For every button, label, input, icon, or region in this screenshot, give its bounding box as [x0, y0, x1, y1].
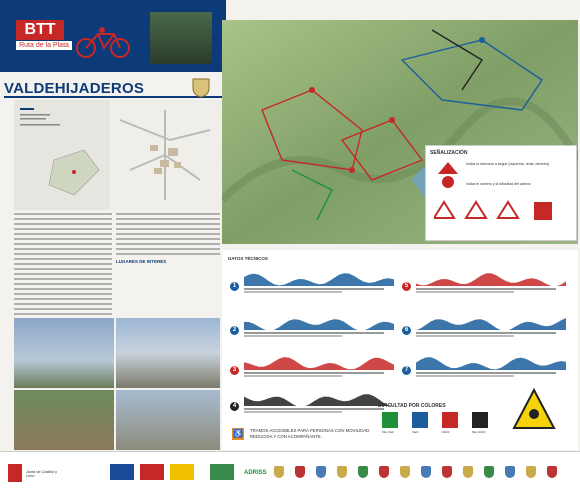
municipality-crest-icon [505, 466, 515, 478]
topographic-route-map: SEÑALIZACIÓN Indica la dirección a segui… [222, 20, 578, 244]
profile-caption [244, 408, 384, 414]
difficulty-sign-icon [512, 388, 556, 429]
signage-legend: SEÑALIZACIÓN Indica la dirección a segui… [425, 145, 577, 241]
route-number-badge: 3 [230, 366, 239, 375]
jcyl-logo: Junta de Castilla y León [26, 470, 58, 478]
coat-of-arms-icon [192, 78, 210, 98]
municipality-crest-icon [526, 466, 536, 478]
btt-logo: BTT [16, 20, 64, 40]
municipality-crest-icon [316, 466, 326, 478]
elevation-profile [244, 319, 394, 330]
church-photo [116, 318, 220, 388]
landscape-photo [14, 390, 114, 450]
municipality-crest-icon [358, 466, 368, 478]
elevation-profile [416, 357, 566, 370]
page-title: VALDEHIJADEROS [4, 80, 145, 97]
municipality-crest-icon [337, 466, 347, 478]
municipality-crest-icon [442, 466, 452, 478]
wheelchair-icon: ♿ [232, 428, 244, 440]
difficulty-label: Muy difícil [472, 430, 486, 434]
municipality-crest-icon [295, 466, 305, 478]
rock-photo [14, 318, 114, 388]
profile-caption [416, 372, 556, 378]
bicycle-icon [76, 27, 130, 58]
municipality-crest-icon [274, 466, 284, 478]
signage-title: SEÑALIZACIÓN [430, 150, 468, 156]
municipality-crest-icon [484, 466, 494, 478]
btt-subtitle: Ruta de la Plata [16, 41, 72, 50]
route-number-badge: 5 [402, 282, 411, 291]
accessibility-text: TRAMOS ACCESIBLES PARA PERSONAS CON MOVI… [250, 428, 370, 439]
direction-sign-icon [438, 162, 458, 188]
difficulty-swatch [412, 412, 428, 428]
elevation-profile [244, 394, 394, 406]
village-photo [116, 390, 220, 450]
profile-caption [244, 372, 384, 378]
sponsor-logo [140, 464, 164, 480]
difficulty-title: DIFICULTAD POR COLORES [378, 403, 446, 409]
municipality-crest-icon [379, 466, 389, 478]
warning-signs-row [434, 200, 552, 220]
municipality-crest-icon [400, 466, 410, 478]
places-heading: LUGARES DE INTERÉS [116, 259, 167, 264]
difficulty-swatch [472, 412, 488, 428]
direction-sign-text: Indica la dirección a seguir (izquierda,… [466, 162, 550, 166]
jcyl-crest-icon [8, 464, 22, 482]
number-sign-text: Indica el número y la dificultad del cam… [466, 182, 531, 186]
elevation-profile [244, 273, 394, 286]
description-text [116, 213, 220, 323]
sponsors-footer: Junta de Castilla y León ADRISS [0, 451, 580, 495]
profile-caption [416, 332, 556, 338]
profile-caption [244, 288, 384, 294]
location-inset-map [14, 100, 110, 210]
difficulty-label: Muy fácil [382, 430, 394, 434]
history-text [14, 213, 112, 323]
sponsor-logo [110, 464, 134, 480]
town-street-map [110, 100, 222, 210]
adriss-logo: ADRISS [244, 470, 267, 476]
elevation-profile [244, 357, 394, 370]
route-number-badge: 2 [230, 326, 239, 335]
elevation-profile [416, 273, 566, 286]
municipality-crest-icon [421, 466, 431, 478]
technical-data-panel: DATOS TÉCNICOS 1 2 3 4 5 6 7 ♿ TRAMOS ACCESIBL… [222, 250, 578, 450]
profile-caption [416, 288, 556, 294]
tech-data-title: DATOS TÉCNICOS [228, 256, 268, 261]
municipality-crest-icon [547, 466, 557, 478]
route-number-badge: 4 [230, 402, 239, 411]
profile-caption [244, 332, 384, 338]
difficulty-label: Difícil [442, 430, 450, 434]
header-banner: BTT Ruta de la Plata [0, 0, 226, 72]
sponsor-logo [170, 464, 194, 480]
sponsor-logo [210, 464, 234, 480]
difficulty-swatch [382, 412, 398, 428]
route-number-badge: 1 [230, 282, 239, 291]
route-number-badge: 6 [402, 326, 411, 335]
difficulty-swatch [442, 412, 458, 428]
elevation-profile [416, 318, 566, 330]
map-board: BTT Ruta de la Plata VALDEHIJADEROS LUGA… [0, 0, 580, 495]
municipality-crest-icon [463, 466, 473, 478]
difficulty-label: Fácil [412, 430, 419, 434]
route-number-badge: 7 [402, 366, 411, 375]
tower-photo [150, 12, 212, 64]
